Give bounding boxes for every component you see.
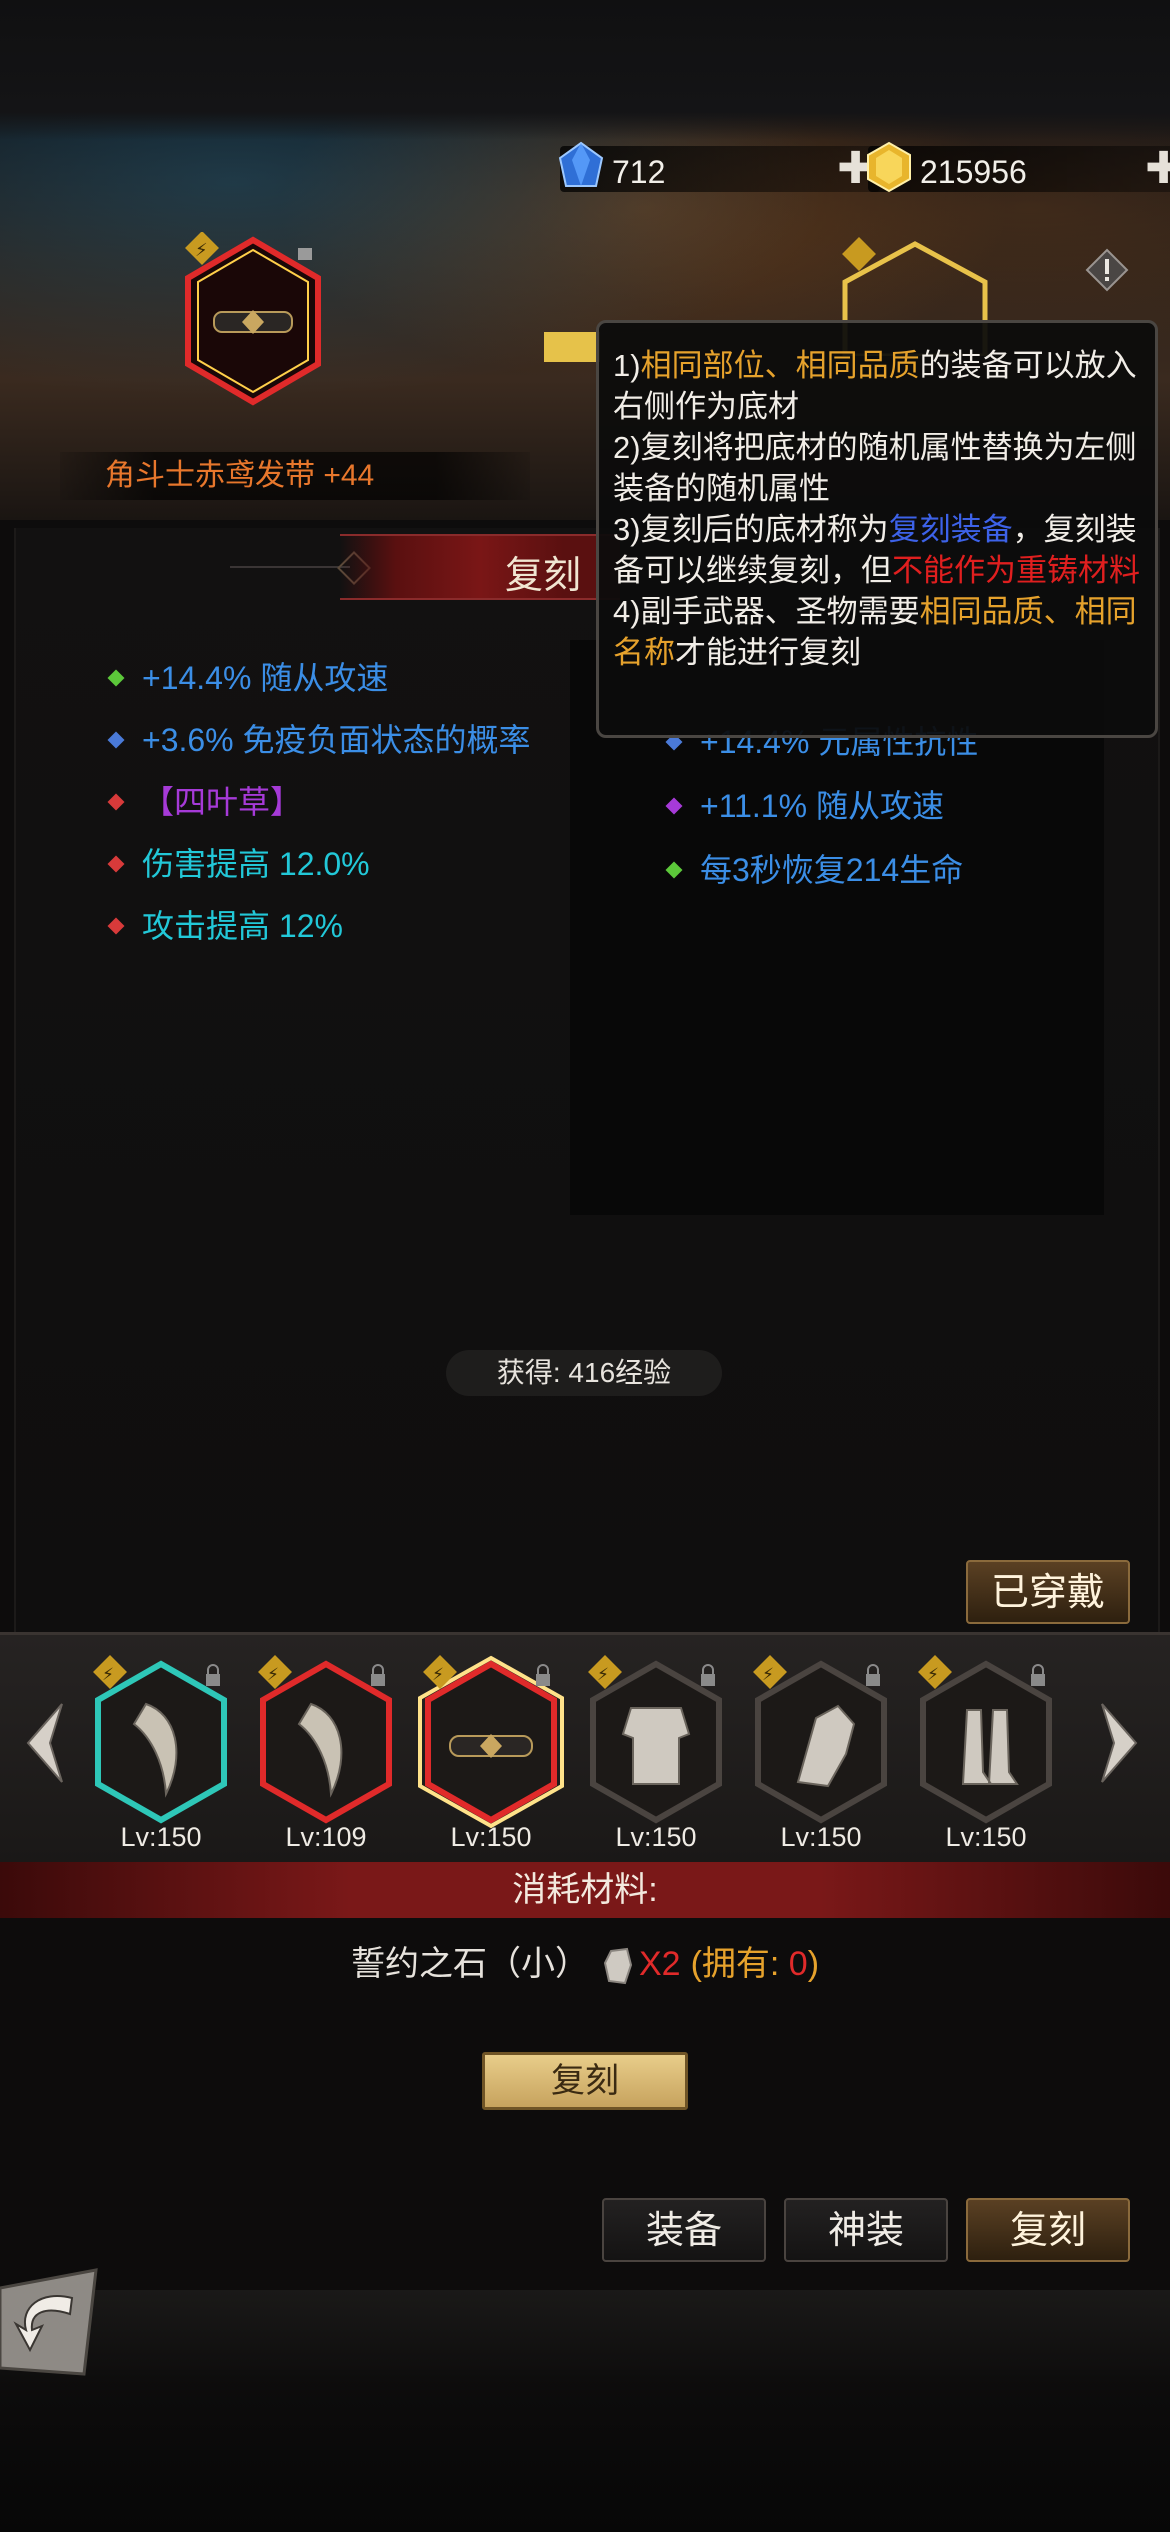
equipment-slot-level: Lv:150 [120,1822,202,1852]
tab-equipment[interactable]: 装备 [602,2198,766,2262]
material-own-suffix: ) [807,1945,820,1983]
svg-text:⚡: ⚡ [102,1665,114,1684]
consume-materials-bar: 消耗材料: [0,1862,1170,1918]
material-name: 誓约之石（小） [350,1945,589,1983]
attribute-row: 攻击提高 12% [107,906,550,946]
tooltip-text: 2)复刻将把底材的随机属性替换为左侧装备的随机属性 [613,430,1137,506]
attribute-row: +3.6% 免疫负面状态的概率 [107,720,550,760]
equipment-slot[interactable]: ⚡ [746,1654,896,1830]
gold-currency: 215956 ✚ [867,141,1170,193]
svg-text:⚡: ⚡ [927,1665,939,1684]
equipment-slot[interactable]: ⚡ [251,1654,401,1830]
tooltip-text: 4)副手武器、圣物需要 [613,594,920,629]
svg-text:⚡: ⚡ [195,240,208,260]
tooltip-text: 不能作为重铸材料 [892,553,1140,588]
tab-divine-equipment[interactable]: 神装 [784,2198,948,2262]
equipment-slot[interactable]: ⚡ [581,1654,731,1830]
svg-text:⚡: ⚡ [267,1665,279,1684]
svg-text:⚡: ⚡ [432,1665,444,1684]
divider [230,566,350,568]
right-attribute-list: +14.4% 元属性抗性 +11.1% 随从攻速 每3秒恢复214生命 [665,722,1088,890]
lock-icon [1031,1674,1045,1686]
equipment-slot[interactable]: ⚡ [86,1654,236,1830]
equipment-slot-level: Lv:150 [450,1822,532,1852]
stone-icon [603,1947,633,1985]
bullet-icon [107,731,125,749]
tooltip-line: 2)复刻将把底材的随机属性替换为左侧装备的随机属性 [613,427,1141,509]
tab-replicate[interactable]: 复刻 [966,2198,1130,2262]
exp-gain-label: 获得: 416经验 [446,1350,722,1396]
lock-icon [206,1674,220,1686]
headband-icon [449,1734,533,1758]
back-arrow-icon[interactable] [0,2268,102,2376]
left-item-frame[interactable]: ⚡ [178,232,328,410]
gold-count: 215956 [920,154,1027,190]
diamond-icon [558,141,604,187]
material-qty: X2 [638,1945,681,1983]
left-item-name: 角斗士赤鸢发带 +44 [60,452,530,500]
tooltip-text: 1) [613,348,641,383]
diamond-currency: 712 ✚ [558,141,880,192]
tooltip-text: 复刻装备 [888,512,1013,547]
status-bar-area [0,0,1170,140]
equipment-slot[interactable]: ⚡ [416,1654,566,1830]
tooltip-text: 3)复刻后的底材称为 [613,512,889,547]
lock-icon [701,1674,715,1686]
panel-title-banner: 复刻 [340,534,620,600]
svg-text:⚡: ⚡ [762,1665,774,1684]
diamond-count: 712 [612,154,666,190]
help-tooltip: 1)相同部位、相同品质的装备可以放入右侧作为底材 2)复刻将把底材的随机属性替换为… [596,320,1158,738]
chevron-left-icon[interactable] [20,1700,70,1786]
tooltip-line: 4)副手武器、圣物需要相同品质、相同名称才能进行复刻 [613,591,1141,673]
tooltip-line: 1)相同部位、相同品质的装备可以放入右侧作为底材 [613,345,1141,427]
equipment-slot-level: Lv:109 [285,1822,367,1852]
attribute-row: 【四叶草】 [107,782,550,822]
replicate-action-button[interactable]: 复刻 [482,2052,688,2110]
bottom-band [0,2290,1170,2532]
attribute-row: 每3秒恢复214生命 [665,850,1088,890]
bullet-icon [107,793,125,811]
bullet-icon [107,669,125,687]
material-own-prefix: (拥有: [690,1945,789,1983]
attribute-row: +14.4% 随从攻速 [107,658,550,698]
equipment-slot-level: Lv:150 [615,1822,697,1852]
gold-gem-icon [867,141,911,193]
equipment-slot-level: Lv:150 [945,1822,1027,1852]
bullet-icon [665,861,683,879]
panel-title: 复刻 [505,555,582,597]
material-row: 誓约之石（小） X2 (拥有: 0) [0,1936,1170,1985]
bullet-icon [107,855,125,873]
equipment-slot-level: Lv:150 [780,1822,862,1852]
lock-icon [371,1674,385,1686]
lock-icon [866,1674,880,1686]
alert-icon[interactable] [1085,248,1129,292]
svg-text:⚡: ⚡ [597,1665,609,1684]
tooltip-line: 3)复刻后的底材称为复刻装备，复刻装备可以继续复刻，但不能作为重铸材料 [613,509,1141,591]
tooltip-text: 相同部位、相同品质 [640,348,920,383]
armor-icon [621,1707,691,1785]
add-gold-button[interactable]: ✚ [1145,147,1170,191]
bullet-icon [665,797,683,815]
attribute-row: 伤害提高 12.0% [107,844,550,884]
arrow-indicator [544,332,600,362]
attribute-row: +11.1% 随从攻速 [665,786,1088,826]
equipment-slot[interactable]: ⚡ [911,1654,1061,1830]
material-own-value: 0 [788,1945,808,1983]
tooltip-text: 才能进行复刻 [675,635,861,670]
lock-icon [536,1674,550,1686]
chevron-right-icon[interactable] [1094,1700,1144,1786]
bullet-icon [107,917,125,935]
left-attribute-list: +14.4% 随从攻速 +3.6% 免疫负面状态的概率 【四叶草】 伤害提高 1… [107,658,550,946]
equipped-button[interactable]: 已穿戴 [966,1560,1130,1624]
